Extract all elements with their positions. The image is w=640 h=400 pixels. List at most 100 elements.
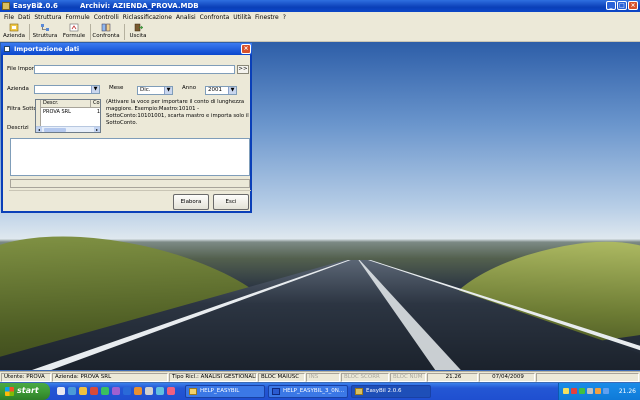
quicklaunch-app-icon[interactable] [123,387,131,395]
quicklaunch-app-icon[interactable] [112,387,120,395]
menu-controlli[interactable]: Controlli [92,14,121,21]
toolbar-separator [124,24,125,40]
folder-icon [189,388,197,395]
exit-icon [134,23,143,32]
quicklaunch-app-icon[interactable] [156,387,164,395]
toolbar-azienda-button[interactable]: Azienda [2,23,26,41]
toolbar-struttura-button[interactable]: Struttura [32,23,58,41]
close-icon: × [243,45,249,52]
menu-file[interactable]: File [2,14,16,21]
minimize-icon: _ [609,2,613,9]
azienda-dropdown-grid[interactable]: Descr. Co PROVA SRL 1 ◂ ▸ [35,99,101,133]
quicklaunch-app-icon[interactable] [90,387,98,395]
start-label: start [17,386,39,395]
menu-bar: File Dati Struttura Formule Controlli Ri… [0,12,640,22]
structure-icon [41,24,49,31]
status-tipo-riclassificazione: Tipo Ricl.: ANALISI GESTIONALE [169,373,257,382]
status-insert: INS [306,373,340,382]
quicklaunch-app-icon[interactable] [145,387,153,395]
taskbar-task-help-easybil-doc[interactable]: HELP_EASYBIL_3_0N... [268,385,348,398]
toolbar-uscita-label: Uscita [129,33,147,39]
anno-label: Anno [182,85,197,91]
dialog-titlebar: Importazione dati × [1,43,252,55]
status-time: 21.26 [427,373,478,382]
toolbar: Azienda Struttura Formule Confronta Usci… [0,22,640,42]
maximize-icon: □ [619,2,625,9]
document-icon [272,388,280,395]
toolbar-struttura-label: Struttura [32,33,58,39]
quicklaunch-app-icon[interactable] [167,387,175,395]
import-dialog: Importazione dati × File Impor >> Aziend… [1,43,252,213]
scroll-right-icon[interactable]: ▸ [94,127,100,132]
toolbar-confronta-button[interactable]: Confronta [92,23,120,41]
elabora-button[interactable]: Elabora [173,194,209,210]
compare-icon [101,23,111,32]
grid-cell-codice[interactable]: 1 [91,108,100,116]
menu-help[interactable]: ? [281,14,288,21]
tray-icon[interactable] [603,388,609,394]
browse-button[interactable]: >> [237,65,249,74]
menu-confronta[interactable]: Confronta [198,14,232,21]
anno-select-value: 2001 [208,87,222,93]
toolbar-formule-label: Formule [62,33,86,39]
status-scroll-lock: BLOC SCORR [341,373,389,382]
menu-analisi[interactable]: Analisi [174,14,198,21]
esci-button[interactable]: Esci [213,194,249,210]
minimize-button[interactable]: _ [606,1,616,10]
chevron-down-icon[interactable]: ▼ [91,86,99,93]
taskbar-task-easybil[interactable]: EasyBil 2.0.6 [351,385,431,398]
grid-cell-descr[interactable]: PROVA SRL [41,108,91,116]
status-bar: Utente: PROVA Azienda: PROVA SRL Tipo Ri… [0,371,640,382]
scroll-left-icon[interactable]: ◂ [36,127,42,132]
tray-clock: 21.26 [618,388,636,395]
menu-finestre[interactable]: Finestre [253,14,281,21]
dialog-close-button[interactable]: × [241,44,251,54]
toolbar-uscita-button[interactable]: Uscita [127,23,149,41]
menu-utilita[interactable]: Utilità [231,14,253,21]
windows-logo-icon [5,387,14,396]
grid-header-codice[interactable]: Co [91,100,100,108]
status-azienda: Azienda: PROVA SRL [52,373,168,382]
status-utente: Utente: PROVA [1,373,51,382]
mese-select-value: Dic. [140,87,151,93]
quicklaunch-desktop-icon[interactable] [57,387,65,395]
scrollbar-thumb[interactable] [44,128,66,132]
tray-icon[interactable] [587,388,593,394]
mese-select[interactable]: Dic. ▼ [137,86,173,95]
grid-horizontal-scrollbar[interactable]: ◂ ▸ [36,126,100,132]
anno-select[interactable]: 2001 ▼ [205,86,237,95]
grid-header-descr[interactable]: Descr. [41,100,91,108]
quicklaunch-app-icon[interactable] [134,387,142,395]
quicklaunch-folder-icon[interactable] [79,387,87,395]
app-archive-path: Archivi: AZIENDA_PROVA.MDB [80,2,199,10]
menu-dati[interactable]: Dati [16,14,32,21]
azienda-select[interactable]: ▼ [34,85,100,94]
chevron-down-icon[interactable]: ▼ [164,87,172,94]
descrizione-label: Descrizi [7,125,29,131]
tray-icon[interactable] [563,388,569,394]
tray-icon[interactable] [595,388,601,394]
maximize-button[interactable]: □ [617,1,627,10]
taskbar-task-help-easybil[interactable]: HELP_EASYBIL [185,385,265,398]
file-input[interactable] [34,65,235,74]
status-caps-lock: BLOC MAIUSC [258,373,305,382]
dialog-icon [4,46,10,52]
quicklaunch-app-icon[interactable] [101,387,109,395]
formula-icon [69,23,79,32]
chevron-down-icon[interactable]: ▼ [228,87,236,94]
task-label: HELP_EASYBIL [200,388,240,394]
menu-formule[interactable]: Formule [63,14,91,21]
quicklaunch-browser-icon[interactable] [68,387,76,395]
system-tray: 21.26 [558,383,640,400]
start-button[interactable]: start [0,383,50,400]
tray-icon[interactable] [571,388,577,394]
toolbar-azienda-label: Azienda [3,33,25,39]
menu-riclassificazione[interactable]: Riclassificazione [121,14,174,21]
close-button[interactable]: × [628,1,638,10]
status-num-lock: BLOC NUM [390,373,426,382]
menu-struttura[interactable]: Struttura [32,14,63,21]
close-icon: × [630,2,636,9]
log-textarea[interactable] [10,138,250,176]
toolbar-formule-button[interactable]: Formule [61,23,87,41]
tray-icon[interactable] [579,388,585,394]
